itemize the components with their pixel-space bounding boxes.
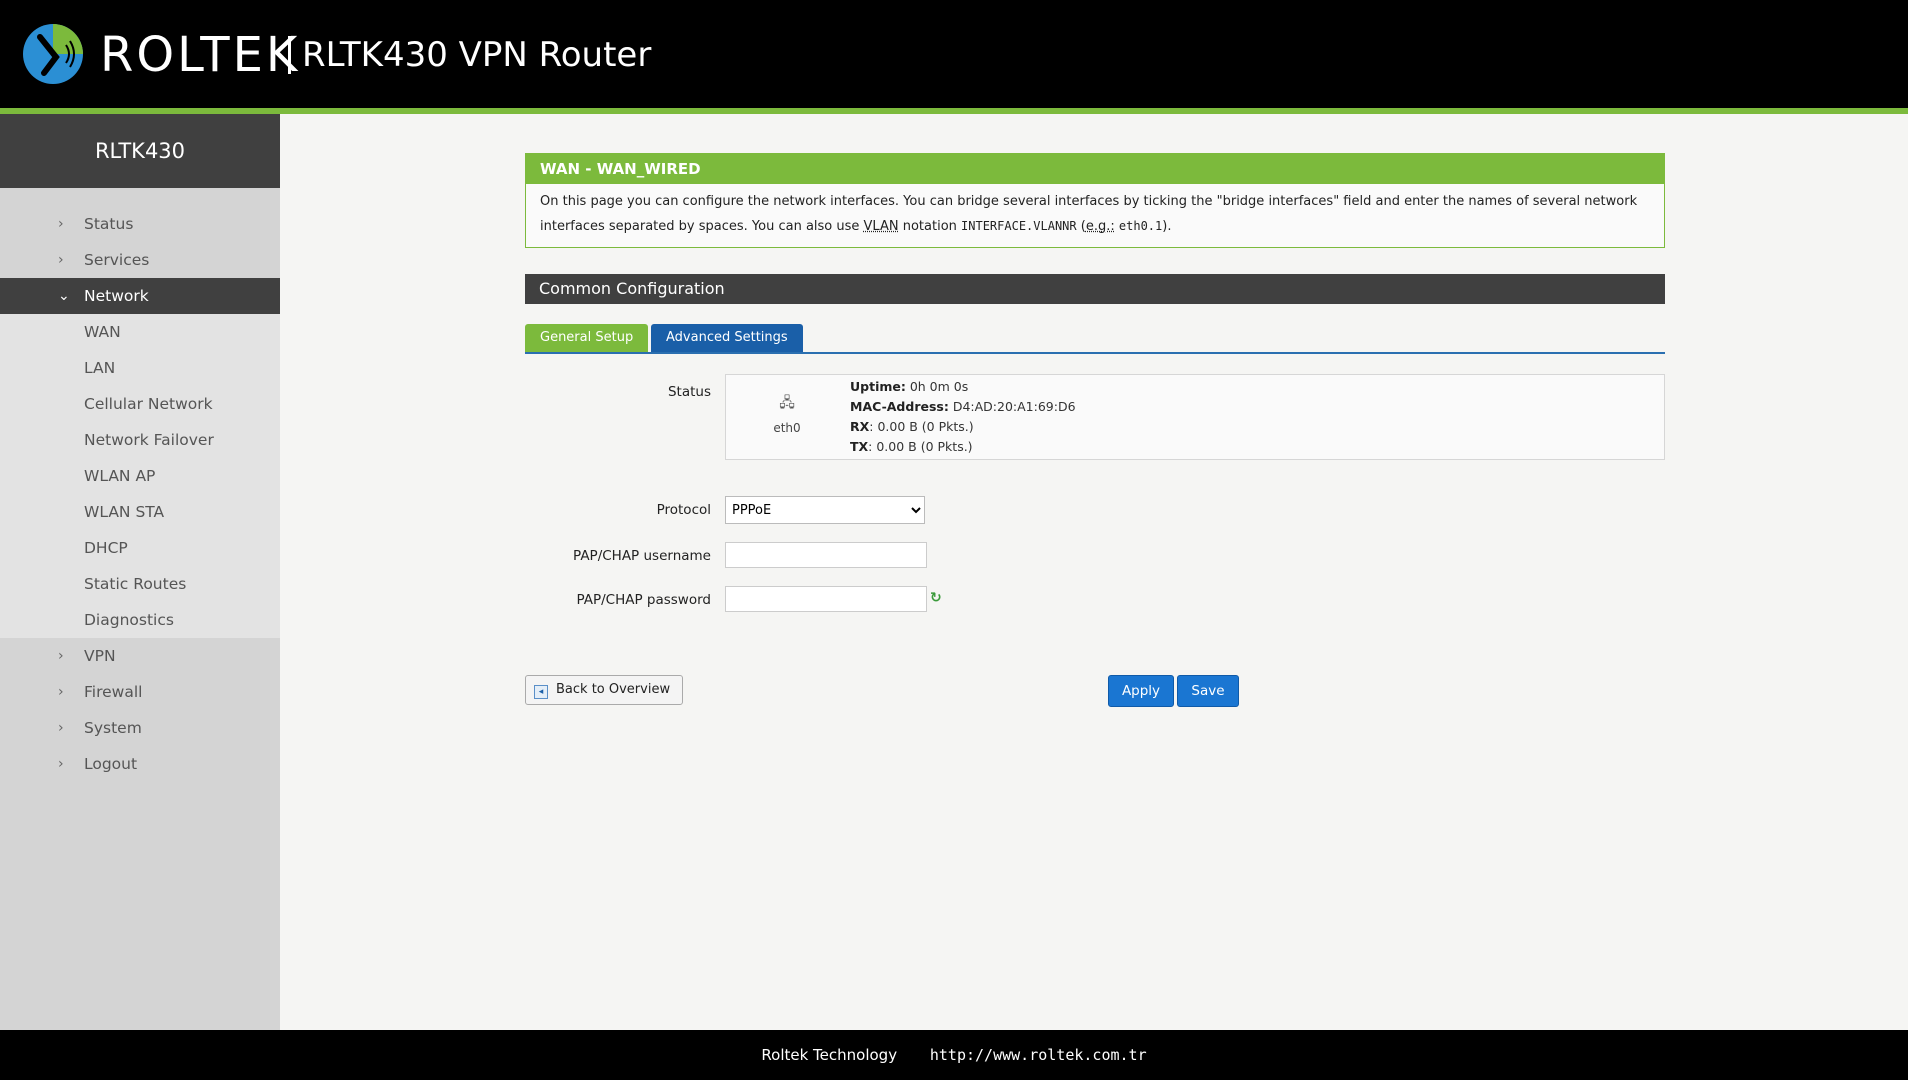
main-content: WAN - WAN_WIRED On this page you can con… bbox=[280, 114, 1908, 1030]
code-eth0-1: eth0.1 bbox=[1118, 219, 1163, 233]
sidebar-item-label: System bbox=[84, 719, 142, 737]
interface-details: Uptime: 0h 0m 0s MAC-Address: D4:AD:20:A… bbox=[850, 377, 1076, 457]
back-arrow-icon: ◂ bbox=[534, 685, 548, 699]
password-label: PAP/CHAP password bbox=[576, 592, 711, 608]
ethernet-port-icon: 🖧 bbox=[779, 395, 795, 411]
uptime-label: Uptime: bbox=[850, 379, 906, 394]
sidebar-subitem-label: WLAN STA bbox=[84, 503, 165, 521]
sidebar-item-label: Network bbox=[84, 287, 149, 305]
sidebar-item-label: Firewall bbox=[84, 683, 143, 701]
description-text: ). bbox=[1162, 219, 1172, 234]
sidebar-subitem-wan[interactable]: WAN bbox=[0, 314, 280, 350]
rx-label: RX bbox=[850, 419, 870, 434]
sidebar-subitem-label: Diagnostics bbox=[84, 611, 174, 629]
username-input[interactable] bbox=[725, 542, 927, 568]
sidebar-item-status[interactable]: › Status bbox=[0, 206, 280, 242]
page-title: WAN - WAN_WIRED bbox=[526, 154, 1664, 184]
sidebar-subitem-label: Cellular Network bbox=[84, 395, 213, 413]
sidebar-subitem-label: WAN bbox=[84, 323, 121, 341]
username-label: PAP/CHAP username bbox=[573, 548, 711, 564]
sidebar-subitem-cellular-network[interactable]: Cellular Network bbox=[0, 386, 280, 422]
sidebar-item-label: Services bbox=[84, 251, 150, 269]
sidebar-subitem-lan[interactable]: LAN bbox=[0, 350, 280, 386]
protocol-select[interactable]: PPPoE bbox=[725, 496, 925, 524]
uptime-value: 0h 0m 0s bbox=[905, 379, 969, 394]
password-input[interactable] bbox=[725, 586, 927, 612]
reveal-password-icon[interactable]: ↻ bbox=[930, 590, 942, 606]
status-label: Status bbox=[667, 384, 711, 400]
sidebar-subitem-label: LAN bbox=[84, 359, 116, 377]
rx-value: : 0.00 B (0 Pkts.) bbox=[869, 419, 974, 434]
chevron-right-icon: › bbox=[58, 216, 64, 232]
footer-url-link[interactable]: http://www.roltek.com.tr bbox=[930, 1046, 1147, 1064]
interface-badge: 🖧 eth0 bbox=[760, 395, 814, 435]
chevron-right-icon: › bbox=[58, 720, 64, 736]
brand-divider bbox=[288, 36, 291, 74]
sidebar-nav: › Status › Services ⌄ Network WAN LAN Ce… bbox=[0, 188, 280, 782]
apply-button[interactable]: Apply bbox=[1108, 675, 1174, 707]
chevron-right-icon: › bbox=[58, 684, 64, 700]
sidebar-subitem-label: Network Failover bbox=[84, 431, 214, 449]
sidebar-item-firewall[interactable]: › Firewall bbox=[0, 674, 280, 710]
sidebar-item-network[interactable]: ⌄ Network bbox=[0, 278, 280, 314]
chevron-right-icon: › bbox=[58, 252, 64, 268]
mac-label: MAC-Address: bbox=[850, 399, 949, 414]
tx-value: : 0.00 B (0 Pkts.) bbox=[868, 439, 973, 454]
footer-company: Roltek Technology bbox=[761, 1046, 898, 1064]
sidebar-subitem-label: DHCP bbox=[84, 539, 128, 557]
sidebar-subitem-dhcp[interactable]: DHCP bbox=[0, 530, 280, 566]
chevron-right-icon: › bbox=[58, 756, 64, 772]
sidebar-item-logout[interactable]: › Logout bbox=[0, 746, 280, 782]
footer: Roltek Technology http://www.roltek.com.… bbox=[0, 1030, 1908, 1080]
sidebar: RLTK430 › Status › Services ⌄ Network WA… bbox=[0, 114, 280, 1030]
sidebar-subitem-label: Static Routes bbox=[84, 575, 187, 593]
protocol-label: Protocol bbox=[656, 502, 711, 518]
header-bar: ROLTEK RLTK430 VPN Router bbox=[0, 0, 1908, 114]
sidebar-subitem-wlan-ap[interactable]: WLAN AP bbox=[0, 458, 280, 494]
sidebar-item-label: Logout bbox=[84, 755, 138, 773]
interface-name: eth0 bbox=[773, 421, 801, 435]
product-name: RLTK430 VPN Router bbox=[302, 35, 652, 75]
brand-name: ROLTEK bbox=[100, 27, 301, 83]
vlan-abbr: VLAN bbox=[863, 219, 899, 234]
code-interface-vlannr: INTERFACE.VLANNR bbox=[961, 219, 1077, 233]
page-notice: WAN - WAN_WIRED On this page you can con… bbox=[525, 153, 1665, 248]
window-edge bbox=[1908, 0, 1920, 1080]
network-submenu: WAN LAN Cellular Network Network Failove… bbox=[0, 314, 280, 638]
eg-abbr: e.g.: bbox=[1085, 219, 1115, 234]
sidebar-subitem-network-failover[interactable]: Network Failover bbox=[0, 422, 280, 458]
back-button-label: Back to Overview bbox=[556, 682, 671, 697]
chevron-right-icon: › bbox=[58, 648, 64, 664]
sidebar-subitem-diagnostics[interactable]: Diagnostics bbox=[0, 602, 280, 638]
description-text: ( bbox=[1076, 219, 1086, 234]
back-to-overview-button[interactable]: ◂ Back to Overview bbox=[525, 675, 684, 705]
tab-advanced-settings[interactable]: Advanced Settings bbox=[651, 324, 803, 352]
section-title: Common Configuration bbox=[525, 274, 1665, 304]
sidebar-subitem-static-routes[interactable]: Static Routes bbox=[0, 566, 280, 602]
chevron-down-icon: ⌄ bbox=[58, 288, 70, 304]
sidebar-subitem-wlan-sta[interactable]: WLAN STA bbox=[0, 494, 280, 530]
sidebar-item-system[interactable]: › System bbox=[0, 710, 280, 746]
roltek-logo-icon bbox=[23, 24, 83, 84]
save-button[interactable]: Save bbox=[1177, 675, 1239, 707]
page-description: On this page you can configure the netwo… bbox=[526, 184, 1664, 247]
interface-status-box: 🖧 eth0 Uptime: 0h 0m 0s MAC-Address: D4:… bbox=[725, 374, 1665, 460]
tx-label: TX bbox=[850, 439, 869, 454]
sidebar-item-label: VPN bbox=[84, 647, 116, 665]
sidebar-title: RLTK430 bbox=[0, 114, 280, 188]
config-tabs: General Setup Advanced Settings bbox=[525, 324, 1665, 354]
tab-general-setup[interactable]: General Setup bbox=[525, 324, 649, 352]
sidebar-item-services[interactable]: › Services bbox=[0, 242, 280, 278]
sidebar-item-vpn[interactable]: › VPN bbox=[0, 638, 280, 674]
description-text: notation bbox=[898, 219, 962, 234]
sidebar-item-label: Status bbox=[84, 215, 134, 233]
mac-value: D4:AD:20:A1:69:D6 bbox=[948, 399, 1076, 414]
sidebar-subitem-label: WLAN AP bbox=[84, 467, 156, 485]
